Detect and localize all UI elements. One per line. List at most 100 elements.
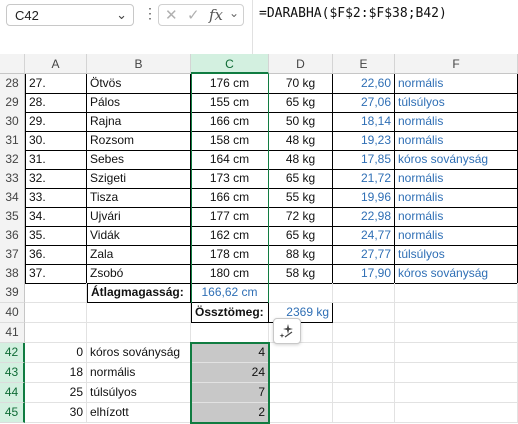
- cell-weight[interactable]: 50 kg: [269, 112, 333, 132]
- column-header-f[interactable]: F: [395, 54, 518, 74]
- cell-count[interactable]: 4: [191, 343, 269, 363]
- cell-f39[interactable]: [395, 283, 518, 303]
- column-header-d[interactable]: D: [269, 54, 333, 74]
- column-header-c[interactable]: C: [191, 54, 269, 74]
- cell-d44[interactable]: [269, 383, 333, 403]
- cell-bmi[interactable]: 21,72: [333, 169, 395, 189]
- row-header-38[interactable]: 38: [0, 264, 25, 284]
- cell-sequence[interactable]: 36.: [25, 245, 87, 265]
- cell-weight[interactable]: 55 kg: [269, 188, 333, 208]
- cell-threshold[interactable]: 25: [25, 383, 87, 403]
- cell-height[interactable]: 166 cm: [191, 112, 269, 132]
- cell-name[interactable]: Vidák: [87, 226, 191, 246]
- cell-sequence[interactable]: 28.: [25, 93, 87, 113]
- cell-weight[interactable]: 58 kg: [269, 264, 333, 284]
- cell-e40[interactable]: [333, 303, 395, 323]
- cell-e41[interactable]: [333, 323, 395, 343]
- column-header-b[interactable]: B: [87, 54, 191, 74]
- cell-name[interactable]: Pálos: [87, 93, 191, 113]
- row-header-32[interactable]: 32: [0, 150, 25, 170]
- cell-f44[interactable]: [395, 383, 518, 403]
- cell-bmi[interactable]: 22,98: [333, 207, 395, 227]
- check-icon[interactable]: ✓: [187, 6, 200, 24]
- cell-category[interactable]: normális: [395, 112, 518, 132]
- cell-name[interactable]: Zsobó: [87, 264, 191, 284]
- column-header-e[interactable]: E: [333, 54, 395, 74]
- cell-sequence[interactable]: 27.: [25, 74, 87, 94]
- cell-f40[interactable]: [395, 303, 518, 323]
- cell-height[interactable]: 176 cm: [191, 74, 269, 94]
- cell-height[interactable]: 166 cm: [191, 188, 269, 208]
- cell-count[interactable]: [191, 323, 269, 343]
- quick-analysis-button[interactable]: [273, 318, 301, 344]
- cell-e45[interactable]: [333, 403, 395, 423]
- cell-height[interactable]: 162 cm: [191, 226, 269, 246]
- cell-b40[interactable]: [87, 303, 191, 323]
- column-header-a[interactable]: A: [25, 54, 87, 74]
- cell-sequence[interactable]: 34.: [25, 207, 87, 227]
- cell-height[interactable]: 164 cm: [191, 150, 269, 170]
- cell-category[interactable]: normális: [395, 131, 518, 151]
- avg-height-value[interactable]: 166,62 cm: [191, 283, 269, 303]
- cell-sequence[interactable]: 29.: [25, 112, 87, 132]
- cell-sequence[interactable]: 33.: [25, 188, 87, 208]
- cell-name[interactable]: Szigeti: [87, 169, 191, 189]
- cell-bmi[interactable]: 17,85: [333, 150, 395, 170]
- cell-weight[interactable]: 70 kg: [269, 74, 333, 94]
- cell-category-label[interactable]: normális: [87, 363, 191, 383]
- avg-height-label[interactable]: Átlagmagasság:: [87, 283, 191, 303]
- cell-d39[interactable]: [269, 283, 333, 303]
- row-header-43[interactable]: 43: [0, 363, 25, 383]
- cell-bmi[interactable]: 18,14: [333, 112, 395, 132]
- row-header-31[interactable]: 31: [0, 131, 25, 151]
- row-header-41[interactable]: 41: [0, 323, 25, 343]
- chevron-down-icon[interactable]: ⌄: [229, 6, 239, 20]
- cell-height[interactable]: 180 cm: [191, 264, 269, 284]
- cell-bmi[interactable]: 17,90: [333, 264, 395, 284]
- cell-category[interactable]: túlsúlyos: [395, 245, 518, 265]
- cell-threshold[interactable]: 18: [25, 363, 87, 383]
- cell-d43[interactable]: [269, 363, 333, 383]
- row-header-30[interactable]: 30: [0, 112, 25, 132]
- cell-sequence[interactable]: 30.: [25, 131, 87, 151]
- row-header-37[interactable]: 37: [0, 245, 25, 265]
- cell-weight[interactable]: 72 kg: [269, 207, 333, 227]
- cell-f43[interactable]: [395, 363, 518, 383]
- cell-height[interactable]: 158 cm: [191, 131, 269, 151]
- cell-bmi[interactable]: 19,23: [333, 131, 395, 151]
- cell-threshold[interactable]: [25, 323, 87, 343]
- cell-category-label[interactable]: kóros soványság: [87, 343, 191, 363]
- cell-category[interactable]: normális: [395, 169, 518, 189]
- select-all-corner[interactable]: [0, 54, 25, 74]
- cell-sequence[interactable]: 32.: [25, 169, 87, 189]
- cell-e44[interactable]: [333, 383, 395, 403]
- cell-name[interactable]: Zala: [87, 245, 191, 265]
- cell-height[interactable]: 177 cm: [191, 207, 269, 227]
- total-weight-label[interactable]: Össztömeg:: [191, 303, 269, 323]
- cell-name[interactable]: Rozsom: [87, 131, 191, 151]
- cell-category[interactable]: normális: [395, 74, 518, 94]
- cell-category-label[interactable]: túlsúlyos: [87, 383, 191, 403]
- cell-d45[interactable]: [269, 403, 333, 423]
- cell-category[interactable]: normális: [395, 207, 518, 227]
- cell-category[interactable]: normális: [395, 226, 518, 246]
- cell-sequence[interactable]: 37.: [25, 264, 87, 284]
- row-header-34[interactable]: 34: [0, 188, 25, 208]
- cell-count[interactable]: 2: [191, 403, 269, 423]
- cell-a40[interactable]: [25, 303, 87, 323]
- row-header-39[interactable]: 39: [0, 283, 25, 303]
- cell-e42[interactable]: [333, 343, 395, 363]
- cell-weight[interactable]: 65 kg: [269, 169, 333, 189]
- chevron-down-icon[interactable]: ⌄: [116, 7, 127, 23]
- row-header-28[interactable]: 28: [0, 74, 25, 94]
- cell-f45[interactable]: [395, 403, 518, 423]
- cell-height[interactable]: 178 cm: [191, 245, 269, 265]
- cell-category-label[interactable]: elhízott: [87, 403, 191, 423]
- row-header-33[interactable]: 33: [0, 169, 25, 189]
- row-header-29[interactable]: 29: [0, 93, 25, 113]
- cell-bmi[interactable]: 22,60: [333, 74, 395, 94]
- cell-bmi[interactable]: 27,77: [333, 245, 395, 265]
- row-header-45[interactable]: 45: [0, 403, 25, 423]
- cell-bmi[interactable]: 27,06: [333, 93, 395, 113]
- cell-d42[interactable]: [269, 343, 333, 363]
